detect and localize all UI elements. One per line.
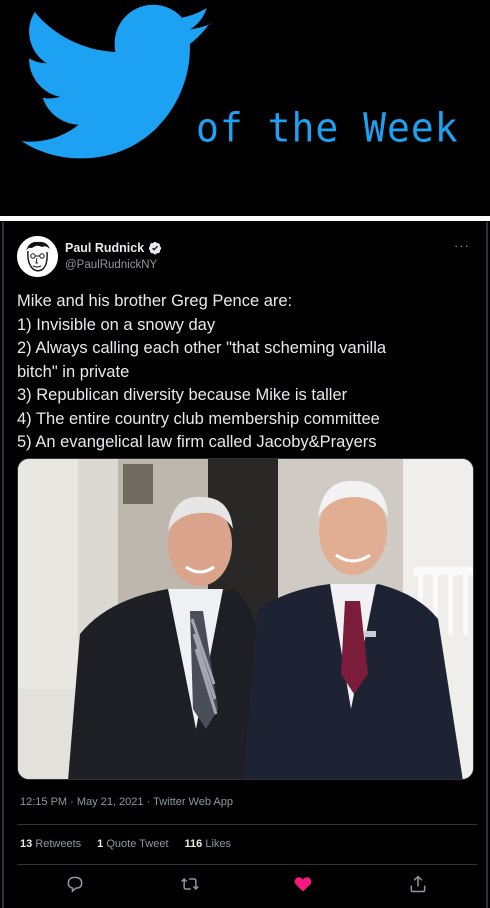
- tweet-photo[interactable]: [17, 458, 474, 780]
- tweet-line: 3) Republican diversity because Mike is …: [17, 386, 348, 404]
- retweets-count: 13: [20, 838, 33, 850]
- avatar[interactable]: [17, 236, 58, 277]
- tweet-line: 2) Always calling each other "that schem…: [17, 339, 387, 357]
- tweet-card[interactable]: Paul Rudnick @PaulRudnickNY ··· Mike and…: [2, 222, 488, 908]
- tweet-timestamp[interactable]: 12:15 PM · May 21, 2021 · Twitter Web Ap…: [20, 796, 233, 808]
- likes-stat[interactable]: 116 Likes: [185, 838, 232, 850]
- twitter-bird-icon: [22, 4, 213, 159]
- reply-icon[interactable]: [65, 874, 85, 894]
- banner: of the Week: [0, 0, 490, 215]
- share-icon[interactable]: [408, 874, 428, 894]
- quotes-stat[interactable]: 1 Quote Tweet: [97, 838, 168, 850]
- tweet-stats: 13 Retweets 1 Quote Tweet 116 Likes: [20, 838, 231, 850]
- retweets-stat[interactable]: 13 Retweets: [20, 838, 81, 850]
- tweet-line: Mike and his brother Greg Pence are:: [17, 292, 293, 310]
- likes-count: 116: [184, 838, 203, 850]
- separator: [17, 824, 477, 825]
- tweet-line: bitch" in private: [17, 362, 130, 381]
- action-bar: [4, 874, 490, 898]
- tweet-line: 4) The entire country club membership co…: [17, 409, 380, 428]
- tweet-text: Mike and his brother Greg Pence are: 1) …: [17, 290, 479, 455]
- verified-badge-icon: [149, 241, 162, 255]
- quotes-count: 1: [97, 838, 104, 850]
- retweet-icon[interactable]: [180, 874, 200, 894]
- tweet-line: 1) Invisible on a snowy day: [17, 315, 216, 334]
- author-row[interactable]: Paul Rudnick: [65, 241, 162, 255]
- photo-two-men: [18, 459, 473, 779]
- avatar-caricature: [17, 236, 58, 277]
- likes-label: Likes: [205, 838, 232, 850]
- retweets-label: Retweets: [35, 838, 82, 850]
- author-name[interactable]: Paul Rudnick: [65, 241, 144, 255]
- divider: [0, 216, 490, 221]
- tweet-line: 5) An evangelical law firm called Jacoby…: [17, 433, 377, 451]
- author-handle[interactable]: @PaulRudnickNY: [65, 259, 157, 271]
- like-icon[interactable]: [293, 874, 313, 894]
- more-options-icon[interactable]: ···: [454, 238, 470, 253]
- quotes-label: Quote Tweet: [106, 838, 169, 850]
- banner-caption: of the Week: [196, 104, 459, 152]
- separator: [17, 864, 477, 865]
